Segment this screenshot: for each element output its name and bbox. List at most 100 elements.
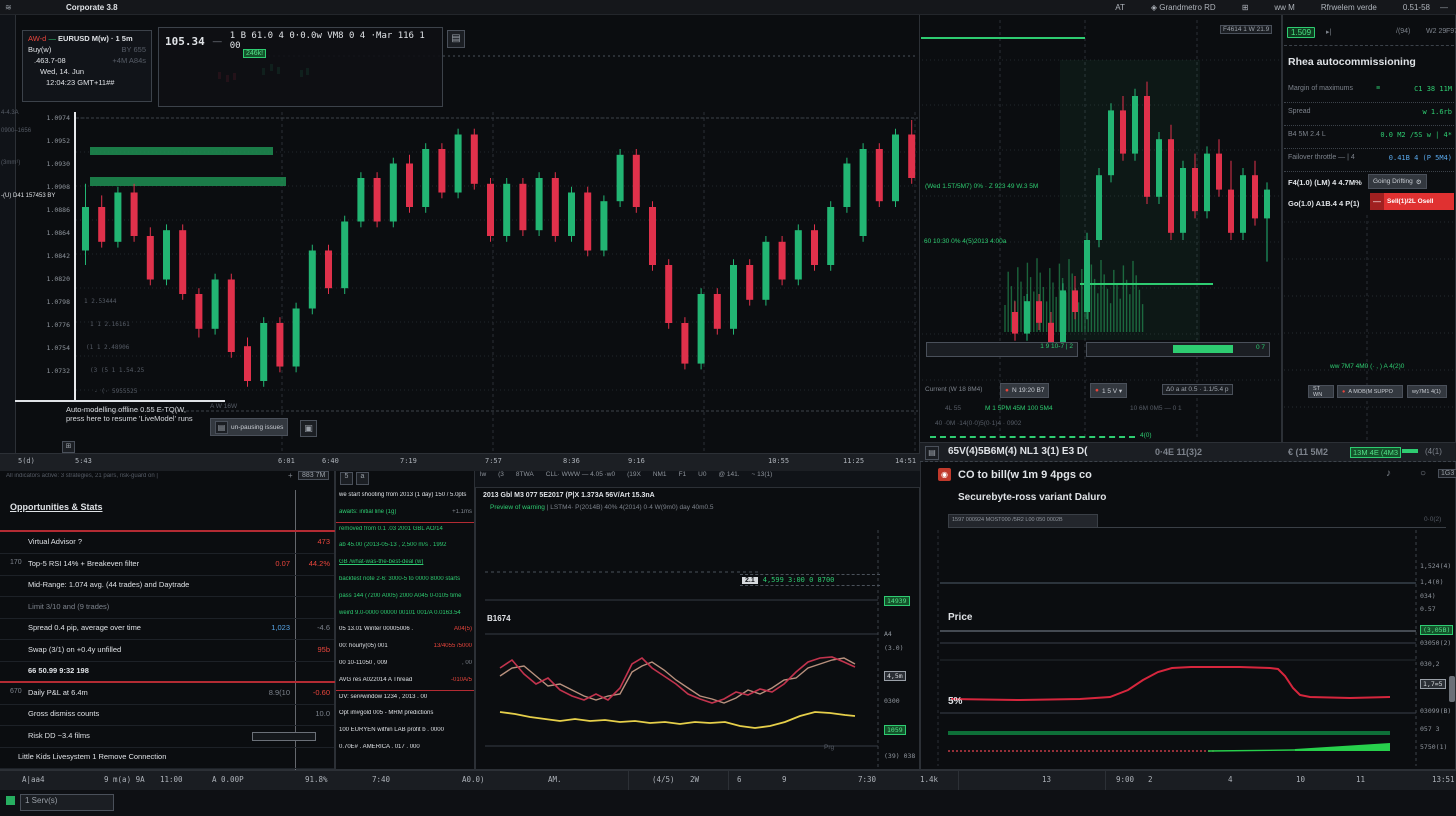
mid-row2-b: M 1 5PM 45M 100 5M4 [985, 405, 1053, 412]
table-row[interactable]: Spread 0.4 pip, average over time 1,023 -4… [0, 619, 334, 640]
row-index: 170 [10, 559, 22, 566]
toolbar-item-8[interactable]: @ 141. [718, 471, 739, 478]
section-divider [0, 530, 335, 532]
order-divider [1284, 45, 1454, 46]
report-axis-label-2: 034) [1420, 592, 1436, 600]
order-field-row[interactable]: B4 5M 2.4 L0.0 M2 /5S w | 4* [1284, 126, 1454, 149]
report-list-icon[interactable]: ▤ [925, 446, 939, 460]
table-row[interactable]: Limit 3/10 and (9 trades) [0, 598, 334, 619]
minimize-button[interactable]: — [1440, 3, 1448, 12]
mid-mode-dropdown[interactable]: ● 1 5 V ▾ [1090, 383, 1127, 398]
row-index: 670 [10, 688, 22, 695]
report-green-spark [1402, 449, 1418, 453]
resume-trading-button[interactable]: ▤ un-pausing issues [210, 418, 288, 436]
ohlc-values: 1 B 61.0 4 0·0.0w VM8 0 4 ·Mar 116 1 00 [230, 31, 436, 51]
order-field-row[interactable]: Failover throttle — | 40.41B 4 (P 5M4) [1284, 149, 1454, 172]
info-row-value: Wed, 14. Jun [40, 67, 84, 76]
quick-button-label: A MOB(M SUPPO [1348, 389, 1393, 395]
table-row[interactable]: Swap (3/1) on +0.4y unfilled95b [0, 641, 334, 662]
candle-label-0: 1 2.53444 [84, 298, 117, 305]
toolbar-item-4[interactable]: (19X [627, 471, 641, 478]
scrollbar-handle[interactable] [1449, 676, 1455, 702]
detach-button[interactable]: ▣ [300, 420, 317, 437]
indicator-panel [475, 487, 920, 770]
toolbar-item-7[interactable]: U0 [698, 471, 706, 478]
grid-toggle-icon[interactable]: ⊞ [62, 441, 75, 453]
row-label: Spread 0.4 pip, average over time [28, 623, 141, 632]
price-axis-label: 1.0798 [28, 298, 70, 306]
candle-label-4: - (· 5955525 [94, 388, 137, 395]
toolbar-item-2[interactable]: 8TWA [516, 471, 534, 478]
table-row[interactable]: Risk DD ~3.4 films [0, 727, 334, 748]
report-tab[interactable]: 1597 000924 MOST000 /5R2 L00 050 0002B [948, 514, 1098, 527]
order-field-value[interactable]: C1 38 11M [1414, 85, 1452, 93]
bell-icon[interactable]: ♪ [1386, 468, 1391, 479]
row-value-1: 1,023 [246, 623, 290, 632]
order-field-value[interactable]: w 1.6rb [1422, 108, 1452, 116]
time-tick-4: 7:19 [400, 457, 417, 465]
journal-tab-1[interactable]: 5 [340, 472, 353, 485]
sell-market-button[interactable]: — Sell(1)/2L Osell [1370, 193, 1454, 210]
title-menu-item-3[interactable]: ww M [1274, 3, 1294, 12]
table-row[interactable]: Little Kids Livesystem 1 Remove Connecti… [0, 748, 334, 769]
order-field-row[interactable]: Margin of maximums≡C1 38 11M [1284, 80, 1454, 103]
order-field-row[interactable]: Spreadw 1.6rb [1284, 103, 1454, 126]
info-row-value: 12:04:23 GMT+11## [46, 78, 114, 87]
journal-tab-2[interactable]: a [356, 472, 369, 485]
list-icon: ▤ [451, 33, 460, 44]
order-quick-button-2[interactable]: wy7M1 4(1) [1407, 385, 1447, 398]
toolbar-item-0[interactable]: lw [480, 471, 486, 478]
table-row[interactable]: Mid-Range: 1.074 avg. (44 trades) and Da… [0, 576, 334, 597]
mid-volume-left: 1 9 10-7 | 2 [926, 342, 1078, 357]
journal-line: DV: ser#window 1234 , 2013 . 00 [339, 694, 472, 700]
grid-glyph: ⊞ [66, 443, 72, 450]
indicator-toolbar: lw (3 8TWA CLL· WWW — 4.05 ·w0 (19X NM1 F1 U0 @ … [480, 471, 916, 478]
title-menu-item-5[interactable]: 0.51-58 [1403, 3, 1430, 12]
price-axis-label: 1.0974 [28, 114, 70, 122]
mid-session-dropdown[interactable]: ● N 19:20 B7 [1000, 383, 1049, 398]
title-menu-item-2[interactable]: ⊞ [1242, 3, 1249, 12]
title-menu-item-4[interactable]: Rfrwelem verde [1321, 3, 1377, 12]
circle-icon[interactable]: ○ [1420, 468, 1426, 479]
bottom-tick-9: 2W [690, 775, 699, 784]
bottom-tick-17: 4 [1228, 775, 1233, 784]
bottom-tick-3: A 0.00P [212, 775, 244, 784]
order-field-value[interactable]: 0.41B 4 (P 5M4) [1389, 154, 1452, 162]
watchlist-filter-text: All indicators active: 3 strategies, 21 … [6, 473, 286, 479]
toolbar-item-1[interactable]: (3 [498, 471, 504, 478]
table-row[interactable]: Virtual Advisor ?473 [0, 533, 334, 554]
indicator-box-value: 4,599 3:00 0 8700 [763, 576, 835, 584]
journal-line: Opt im#gold 005 - MRM predictions [339, 710, 472, 716]
time-tick-6: 8:36 [563, 457, 580, 465]
table-row[interactable]: 170Top-5 RSI 14% + Breakeven filter0.074… [0, 555, 334, 576]
app-icon: ≋ [5, 3, 14, 12]
order-quick-button-1[interactable]: ●A MOB(M SUPPO [1337, 385, 1403, 398]
trading-terminal-window: ≋ Corporate 3.8 AT◈ Grandmetro RD⊞ ww MR… [0, 0, 1456, 816]
order-field-value[interactable]: 0.0 M2 /5S w | 4* [1380, 131, 1452, 139]
indicator-axis-label-0: 14939 [884, 596, 910, 606]
toolbar-item-9[interactable]: ~ 13(1) [752, 471, 773, 478]
add-watch-button[interactable]: + [288, 471, 293, 480]
bottom-tick-18: 10 [1296, 775, 1305, 784]
report-count-badge[interactable]: 1G3 [1438, 469, 1456, 478]
toolbar-item-6[interactable]: F1 [679, 471, 687, 478]
table-row[interactable]: Gross dismiss counts10.0 [0, 705, 334, 726]
candle-label-1: 1 1 2.16161 [90, 321, 130, 328]
row-value-2: -4.6 [300, 623, 330, 632]
order-quick-button-0[interactable]: ST WN [1308, 385, 1334, 398]
title-menu-item-0[interactable]: AT [1115, 3, 1125, 12]
price-axis-label: 1.0820 [28, 275, 70, 283]
table-row[interactable]: 670Daily P&L at 6.4m8.9(10-0.60 [0, 684, 334, 705]
toolbar-item-3[interactable]: CLL· WWW — 4.05 ·w0 [546, 471, 615, 478]
bottom-tick-1: 9 m(a) 9A [104, 775, 145, 784]
journal-line: 00: hourly(05) 00113/4055 /5000 [339, 643, 472, 649]
journal-text: we start shooting from 2013 (1 day) 150 … [339, 492, 466, 498]
title-menu-item-1[interactable]: ◈ Grandmetro RD [1151, 3, 1216, 12]
indicator-value-box: 2.1 4,599 3:00 0 8700 [740, 574, 880, 586]
report-metric-1: 0·4E 11(3)2 [1155, 447, 1202, 457]
chart-mode-button[interactable]: ▤ [447, 30, 465, 48]
tab-baseline [948, 527, 1446, 528]
toolbar-item-5[interactable]: NM1 [653, 471, 667, 478]
report-header-strip: ▤ 65V(4)5B6M(4) NL1 3(1) E3 D( 0·4E 11(3… [920, 443, 1456, 462]
order-settings-button[interactable]: Going Drifting ⚙ [1368, 174, 1427, 189]
